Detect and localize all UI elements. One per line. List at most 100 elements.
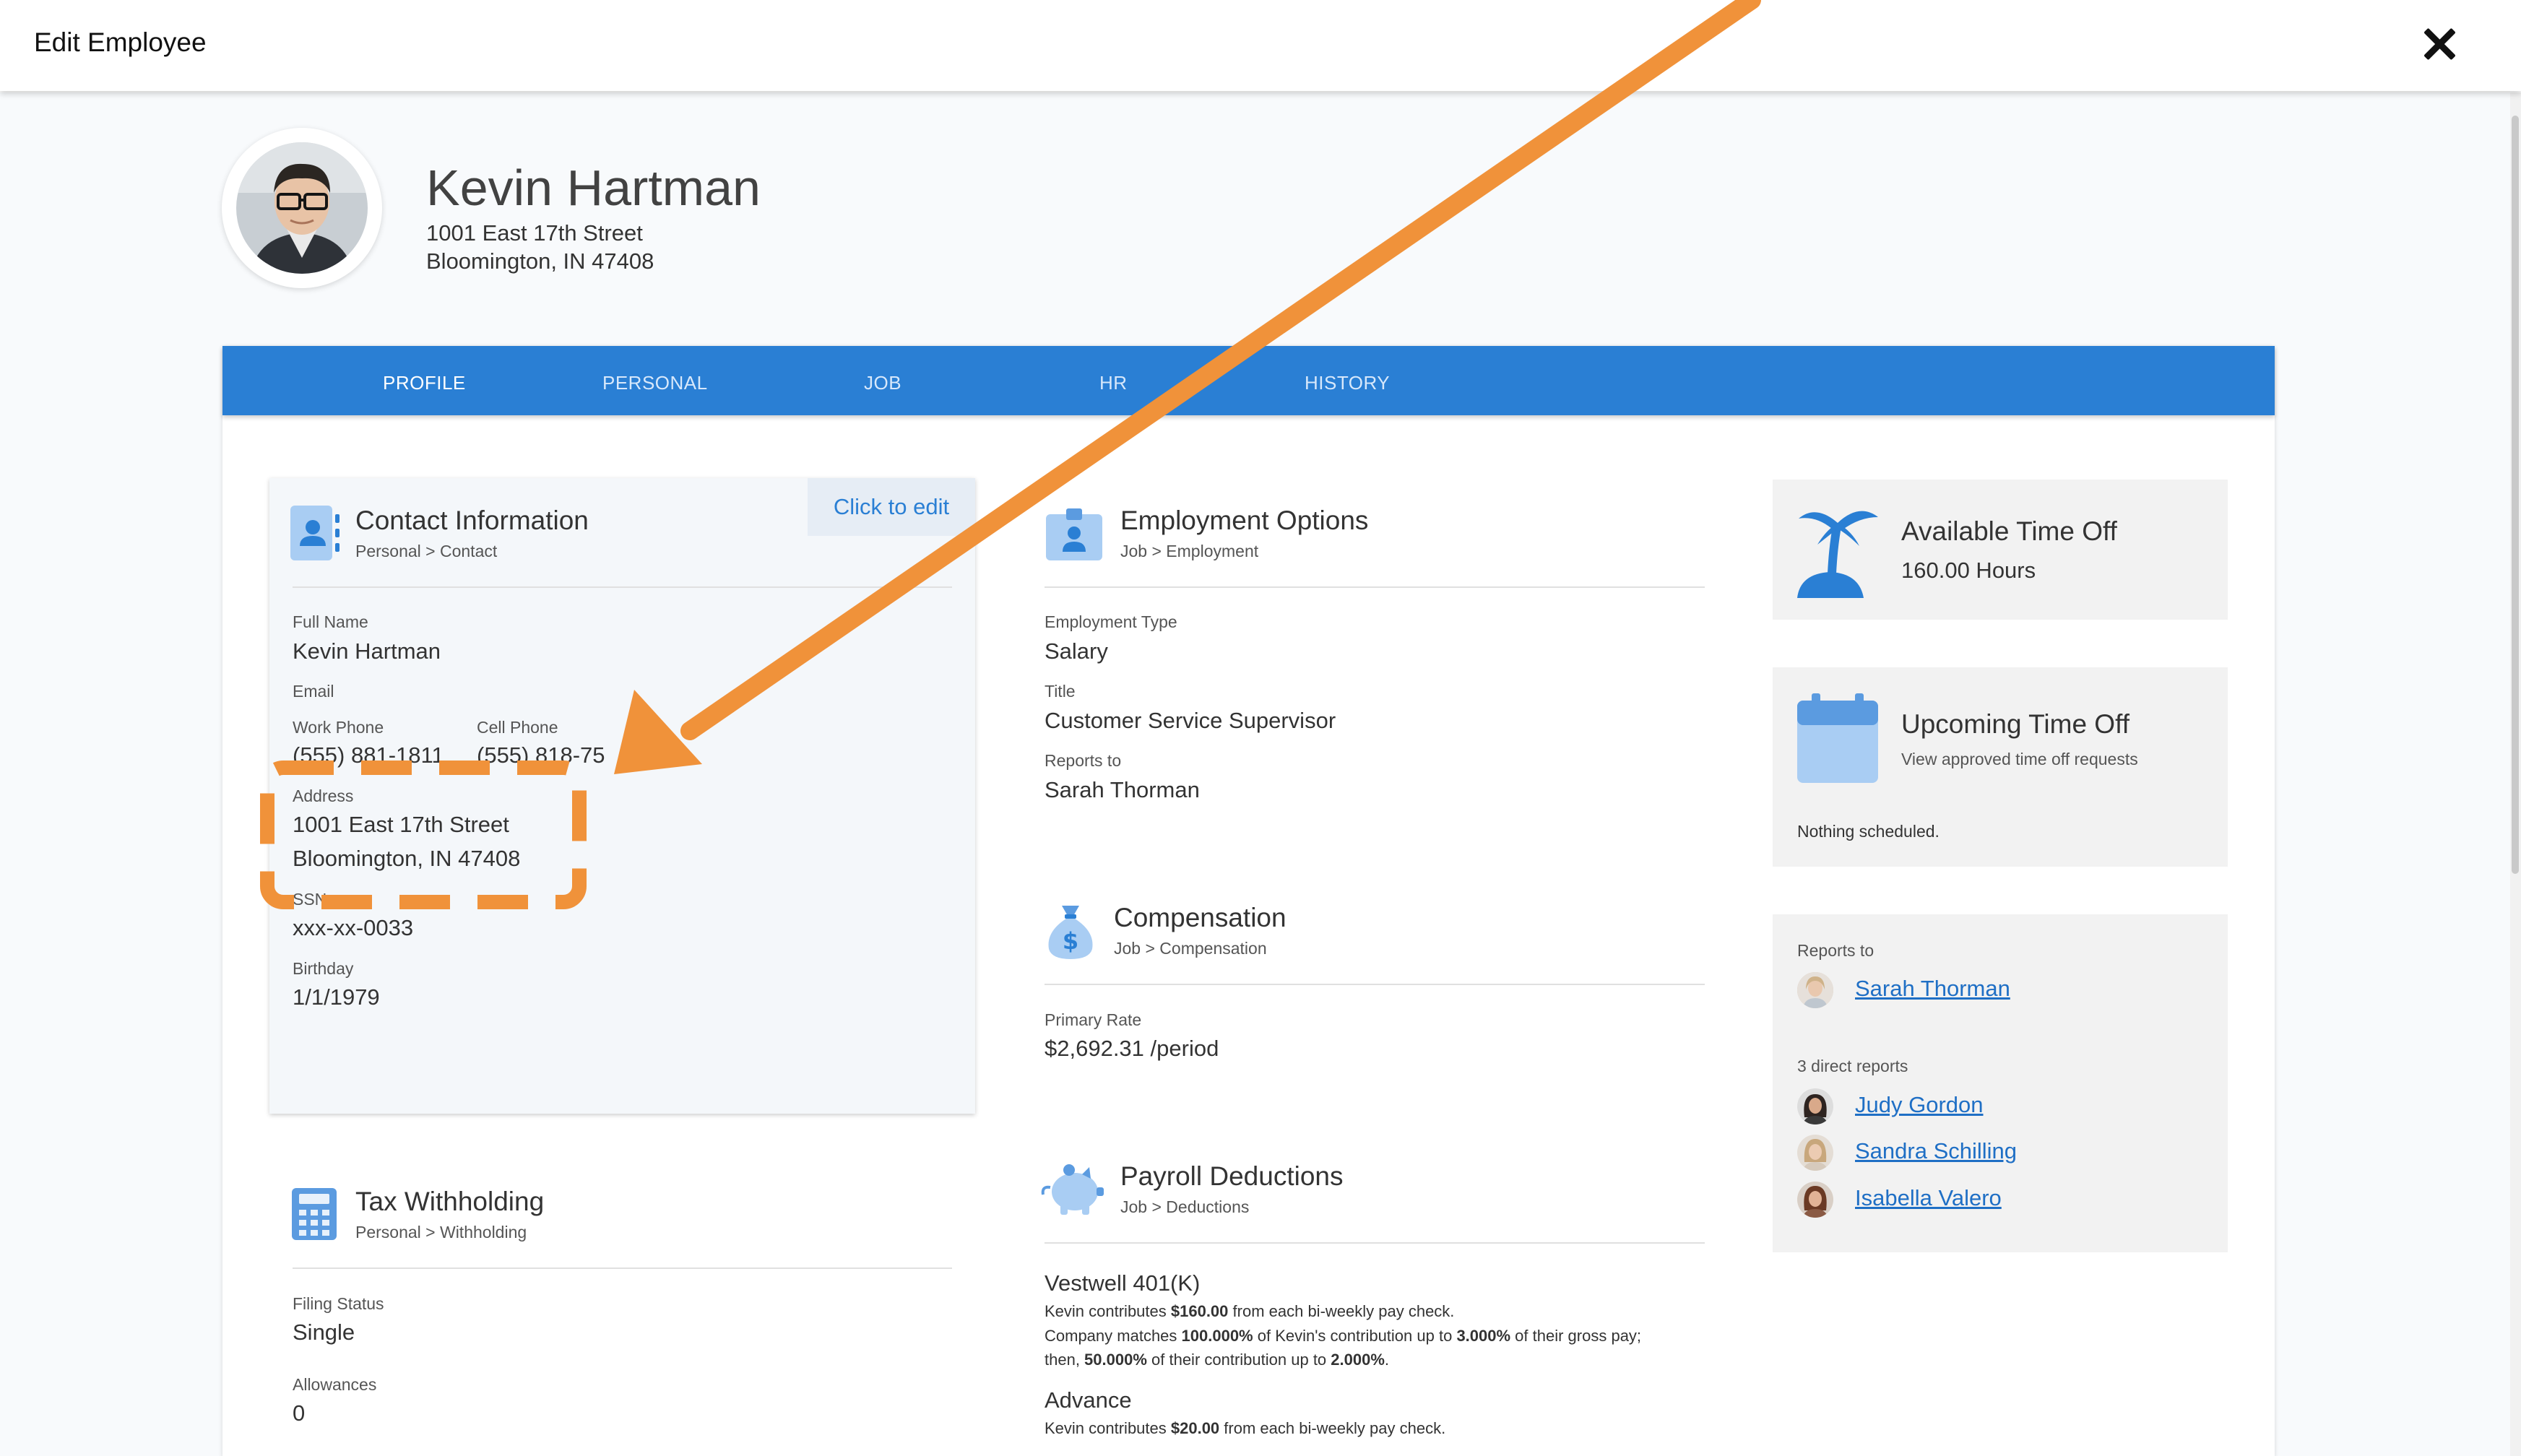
employee-name: Kevin Hartman bbox=[426, 160, 761, 216]
work-phone-label: Work Phone bbox=[293, 718, 384, 737]
dialog-titlebar: Edit Employee bbox=[0, 0, 2521, 91]
tab-bar bbox=[222, 346, 2275, 415]
employee-address-line2: Bloomington, IN 47408 bbox=[426, 248, 654, 274]
tax-divider bbox=[293, 1268, 952, 1269]
deduction-text: of Kevin's contribution up to bbox=[1253, 1327, 1457, 1345]
allowances-value: 0 bbox=[293, 1400, 306, 1426]
contact-information-card[interactable] bbox=[269, 478, 975, 1114]
report-avatar bbox=[1797, 1088, 1833, 1124]
id-badge-icon bbox=[1045, 507, 1104, 566]
cell-phone-value: (555) 818-75 bbox=[477, 742, 605, 768]
report-avatar bbox=[1797, 1182, 1833, 1218]
job-title-label: Title bbox=[1045, 682, 1076, 701]
cell-phone-label: Cell Phone bbox=[477, 718, 558, 737]
contact-section-title: Contact Information bbox=[355, 506, 589, 535]
calendar-icon bbox=[1796, 692, 1880, 788]
direct-report-link[interactable]: Sandra Schilling bbox=[1855, 1138, 2017, 1164]
employment-type-label: Employment Type bbox=[1045, 612, 1177, 631]
compensation-divider bbox=[1045, 984, 1705, 985]
work-phone-value: (555) 881-1811 bbox=[293, 742, 444, 768]
tab-profile[interactable]: PROFILE bbox=[383, 372, 466, 394]
employee-address: 1001 East 17th Street Bloomington, IN 47… bbox=[426, 219, 654, 275]
ssn-label: SSN bbox=[293, 890, 327, 909]
deduction-percent: 50.000% bbox=[1084, 1351, 1147, 1369]
close-icon[interactable] bbox=[2421, 26, 2457, 62]
primary-rate-value: $2,692.31 /period bbox=[1045, 1036, 1219, 1061]
deductions-section-title: Payroll Deductions bbox=[1120, 1161, 1344, 1191]
deduction-amount: $160.00 bbox=[1170, 1302, 1229, 1320]
deduction-name: Advance bbox=[1045, 1387, 1132, 1413]
allowances-label: Allowances bbox=[293, 1375, 377, 1394]
contact-divider bbox=[293, 586, 952, 588]
deduction-percent: 2.000% bbox=[1331, 1351, 1385, 1369]
deduction-text: from each bi-weekly pay check. bbox=[1228, 1302, 1455, 1320]
tab-personal[interactable]: PERSONAL bbox=[602, 372, 708, 394]
reports-to-label: Reports to bbox=[1045, 751, 1122, 770]
full-name-value: Kevin Hartman bbox=[293, 638, 441, 664]
money-bag-icon: $ bbox=[1045, 903, 1097, 964]
scrollbar-thumb[interactable] bbox=[2512, 116, 2519, 874]
direct-report-link[interactable]: Isabella Valero bbox=[1855, 1185, 2002, 1211]
report-avatar bbox=[1797, 1135, 1833, 1171]
piggy-bank-icon bbox=[1040, 1161, 1105, 1220]
calculator-icon bbox=[290, 1187, 338, 1245]
contact-card-icon bbox=[289, 504, 341, 566]
deduction-text: Kevin contributes bbox=[1045, 1419, 1171, 1437]
employment-section-path: Job > Employment bbox=[1120, 542, 1259, 560]
employee-avatar bbox=[236, 142, 368, 274]
nothing-scheduled-text: Nothing scheduled. bbox=[1797, 822, 1940, 841]
deduction-percent: 100.000% bbox=[1181, 1327, 1253, 1345]
deduction-text: then, bbox=[1045, 1351, 1085, 1369]
full-name-label: Full Name bbox=[293, 612, 368, 631]
address-label: Address bbox=[293, 786, 354, 805]
org-reports-to-label: Reports to bbox=[1797, 941, 1874, 960]
click-to-edit-button[interactable]: Click to edit bbox=[808, 478, 975, 536]
palm-tree-icon bbox=[1794, 501, 1881, 602]
deduction-detail-line: Kevin contributes $20.00 from each bi-we… bbox=[1045, 1416, 1445, 1441]
employment-type-value: Salary bbox=[1045, 638, 1108, 664]
deduction-name: Vestwell 401(K) bbox=[1045, 1270, 1201, 1296]
deduction-detail-line: Company matches 100.000% of Kevin's cont… bbox=[1045, 1324, 1641, 1348]
deduction-text: Kevin contributes bbox=[1045, 1302, 1171, 1320]
dialog-title: Edit Employee bbox=[34, 27, 207, 57]
upcoming-time-off-title: Upcoming Time Off bbox=[1901, 709, 2129, 739]
svg-text:$: $ bbox=[1063, 927, 1078, 955]
direct-reports-count: 3 direct reports bbox=[1797, 1057, 1908, 1075]
reports-to-value: Sarah Thorman bbox=[1045, 777, 1200, 802]
available-time-off-title: Available Time Off bbox=[1901, 516, 2117, 546]
birthday-label: Birthday bbox=[293, 959, 354, 978]
upcoming-time-off-subtitle: View approved time off requests bbox=[1901, 750, 2138, 768]
address-line2-value: Bloomington, IN 47408 bbox=[293, 846, 521, 871]
employment-section-title: Employment Options bbox=[1120, 506, 1369, 535]
manager-link[interactable]: Sarah Thorman bbox=[1855, 976, 2010, 1002]
deduction-amount: $20.00 bbox=[1170, 1419, 1220, 1437]
job-title-value: Customer Service Supervisor bbox=[1045, 708, 1336, 733]
compensation-section-path: Job > Compensation bbox=[1114, 939, 1267, 958]
deduction-text: . bbox=[1384, 1351, 1390, 1369]
contact-section-path: Personal > Contact bbox=[355, 542, 498, 560]
tab-history[interactable]: HISTORY bbox=[1305, 372, 1390, 394]
deduction-detail-line: Kevin contributes $160.00 from each bi-w… bbox=[1045, 1299, 1454, 1324]
deductions-section-path: Job > Deductions bbox=[1120, 1197, 1250, 1216]
tab-job[interactable]: JOB bbox=[864, 372, 901, 394]
email-label: Email bbox=[293, 682, 334, 701]
primary-rate-label: Primary Rate bbox=[1045, 1010, 1142, 1029]
tab-hr[interactable]: HR bbox=[1099, 372, 1128, 394]
address-line1-value: 1001 East 17th Street bbox=[293, 812, 509, 837]
direct-report-link[interactable]: Judy Gordon bbox=[1855, 1092, 1984, 1118]
deduction-percent: 3.000% bbox=[1456, 1327, 1511, 1345]
filing-status-label: Filing Status bbox=[293, 1294, 384, 1313]
deduction-text: of their gross pay; bbox=[1510, 1327, 1642, 1345]
tax-section-title: Tax Withholding bbox=[355, 1187, 545, 1216]
deduction-detail-line: then, 50.000% of their contribution up t… bbox=[1045, 1348, 1389, 1372]
manager-avatar bbox=[1797, 972, 1833, 1008]
birthday-value: 1/1/1979 bbox=[293, 984, 380, 1010]
deduction-text: Company matches bbox=[1045, 1327, 1182, 1345]
deduction-text: of their contribution up to bbox=[1146, 1351, 1331, 1369]
ssn-value: xxx-xx-0033 bbox=[293, 915, 414, 940]
deductions-divider bbox=[1045, 1242, 1705, 1244]
employment-divider bbox=[1045, 586, 1705, 588]
tax-section-path: Personal > Withholding bbox=[355, 1223, 527, 1242]
employee-address-line1: 1001 East 17th Street bbox=[426, 220, 643, 246]
available-time-off-hours: 160.00 Hours bbox=[1901, 558, 2036, 583]
